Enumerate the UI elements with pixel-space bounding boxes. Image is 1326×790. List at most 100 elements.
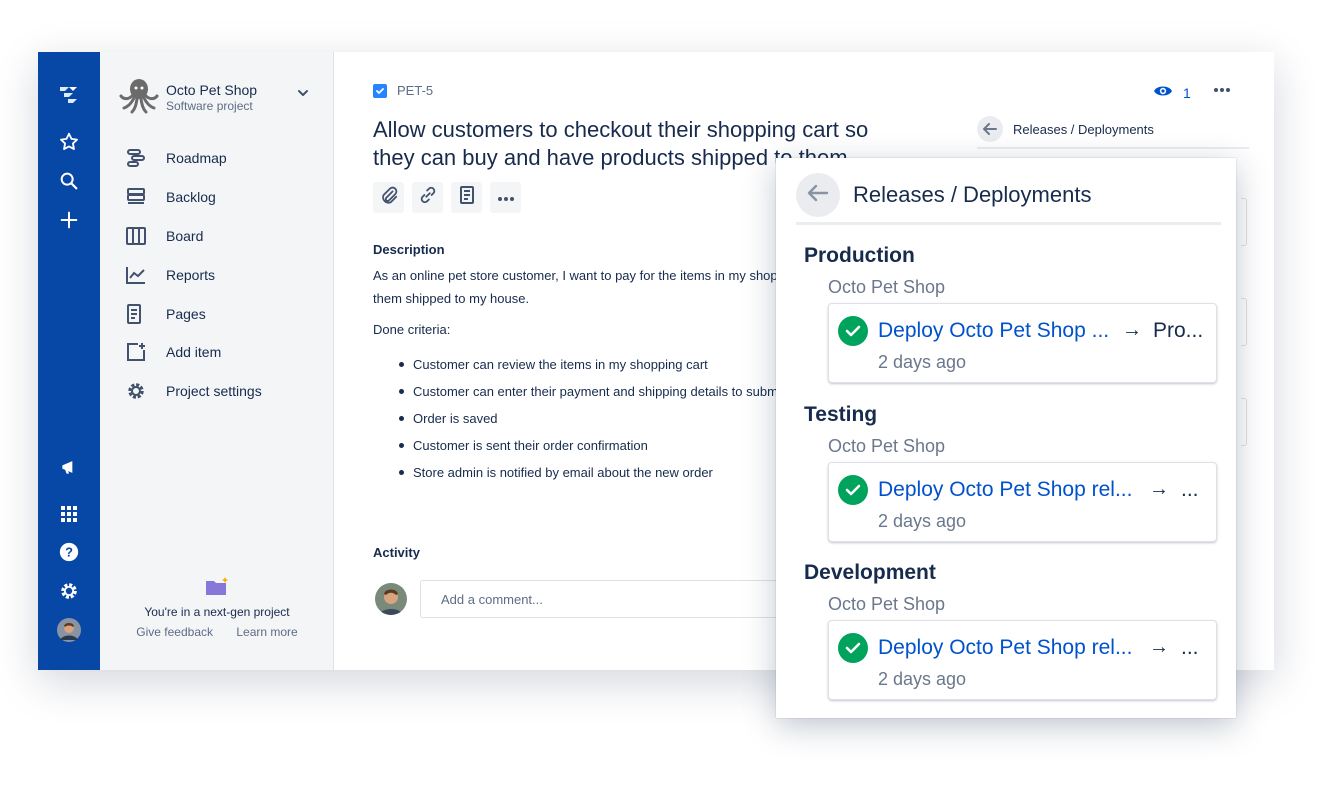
sidebar-item-label: Board	[166, 228, 204, 244]
ellipsis-icon	[497, 189, 515, 207]
popup-title: Releases / Deployments	[853, 182, 1092, 207]
search-icon[interactable]	[57, 169, 81, 193]
link-icon	[419, 186, 437, 209]
global-nav: ?	[38, 52, 100, 670]
next-gen-footer: You're in a next-gen project Give feedba…	[100, 577, 334, 639]
learn-more-link[interactable]: Learn more	[236, 625, 297, 639]
description-heading: Description	[373, 242, 445, 257]
issue-key[interactable]: PET-5	[373, 83, 433, 98]
issue-toolbar	[373, 182, 521, 213]
more-actions-button[interactable]	[490, 182, 521, 213]
success-check-icon	[838, 475, 868, 505]
description-text[interactable]: As an online pet store customer, I want …	[373, 264, 793, 310]
sidebar-item-label: Project settings	[166, 383, 262, 399]
sidebar-item-pages[interactable]: Pages	[126, 300, 316, 328]
app-switcher-icon[interactable]	[57, 502, 81, 526]
sidebar-item-roadmap[interactable]: Roadmap	[126, 144, 316, 172]
paperclip-icon	[380, 186, 398, 209]
sidebar-item-reports[interactable]: Reports	[126, 261, 316, 289]
environment-project: Octo Pet Shop	[828, 436, 946, 456]
issue-key-label: PET-5	[397, 83, 434, 98]
svg-text:?: ?	[65, 545, 73, 560]
pages-icon	[126, 303, 152, 325]
sidebar-item-label: Pages	[166, 306, 206, 322]
project-name: Octo Pet Shop	[166, 82, 258, 98]
sidebar-item-label: Reports	[166, 267, 216, 283]
deployment-target: ...	[1181, 636, 1199, 659]
list-item: Order is saved	[373, 405, 778, 432]
octopus-logo-icon	[118, 76, 160, 116]
deployment-time: 2 days ago	[878, 669, 967, 689]
releases-panel-header: Releases / Deployments	[977, 116, 1247, 142]
sidebar-item-backlog[interactable]: Backlog	[126, 183, 316, 211]
environment-name: Testing	[804, 403, 878, 426]
roadmap-icon	[126, 147, 152, 169]
folder-sparkle-icon	[100, 577, 334, 599]
project-sidebar: Octo Pet Shop Software project Roadmap B…	[100, 52, 334, 670]
environment-name: Production	[804, 244, 915, 267]
deployment-link[interactable]: Deploy Octo Pet Shop ...	[878, 319, 1109, 343]
divider	[977, 147, 1249, 149]
card-edge	[1241, 298, 1247, 346]
sidebar-item-label: Add item	[166, 344, 222, 360]
success-check-icon	[838, 316, 868, 346]
releases-panel-title: Releases / Deployments	[1013, 121, 1154, 137]
card-edge	[1241, 398, 1247, 446]
watcher-count: 1	[1183, 84, 1191, 101]
megaphone-icon[interactable]	[57, 455, 81, 479]
done-criteria-label: Done criteria:	[373, 322, 451, 337]
settings-icon[interactable]	[57, 579, 81, 603]
plus-icon[interactable]	[57, 208, 81, 232]
success-check-icon	[838, 633, 868, 663]
environment-project: Octo Pet Shop	[828, 277, 946, 297]
help-icon[interactable]: ?	[57, 540, 81, 564]
arrow-right-icon: →	[1149, 478, 1169, 500]
list-item: Customer can review the items in my shop…	[373, 351, 778, 378]
link-button[interactable]	[412, 182, 443, 213]
back-arrow-icon[interactable]	[977, 116, 1003, 142]
watch-button[interactable]: 1	[1153, 84, 1191, 101]
deployment-card[interactable]: Deploy Octo Pet Shop rel... → ... 2 days…	[828, 620, 1217, 700]
deployment-target: Pro...	[1153, 319, 1204, 342]
activity-heading: Activity	[373, 545, 420, 560]
chevron-down-icon[interactable]	[296, 86, 310, 100]
deployment-time: 2 days ago	[878, 352, 967, 372]
list-item: Customer can enter their payment and shi…	[373, 378, 778, 405]
project-type: Software project	[166, 99, 253, 113]
environment-project: Octo Pet Shop	[828, 594, 946, 614]
description-line: As an online pet store customer, I want …	[373, 268, 778, 283]
back-arrow-icon	[807, 184, 829, 207]
arrow-right-icon: →	[1122, 319, 1142, 341]
divider	[796, 222, 1221, 225]
sidebar-item-label: Backlog	[166, 189, 216, 205]
star-icon[interactable]	[57, 130, 81, 154]
environment-name: Development	[804, 561, 936, 584]
deployment-time: 2 days ago	[878, 511, 967, 531]
board-icon	[126, 225, 152, 247]
attach-button[interactable]	[373, 182, 404, 213]
deployment-link[interactable]: Deploy Octo Pet Shop rel...	[878, 636, 1132, 660]
jira-logo-icon[interactable]	[57, 83, 81, 107]
arrow-right-icon: →	[1149, 636, 1169, 658]
sidebar-item-project-settings[interactable]: Project settings	[126, 377, 316, 405]
give-feedback-link[interactable]: Give feedback	[136, 625, 213, 639]
page-icon	[459, 186, 474, 209]
page-button[interactable]	[451, 182, 482, 213]
task-checkbox-icon	[373, 83, 387, 98]
user-avatar[interactable]	[57, 618, 81, 642]
sidebar-item-add-item[interactable]: Add item	[126, 338, 316, 366]
deployment-link[interactable]: Deploy Octo Pet Shop rel...	[878, 478, 1132, 502]
deployment-card[interactable]: Deploy Octo Pet Shop rel... → ... 2 days…	[828, 462, 1217, 542]
avatar	[375, 583, 407, 615]
back-button[interactable]	[796, 173, 840, 217]
project-switcher[interactable]: Octo Pet Shop Software project	[118, 74, 318, 118]
reports-icon	[126, 264, 152, 286]
deployment-target: ...	[1181, 478, 1199, 501]
more-icon[interactable]	[1212, 82, 1232, 98]
eye-icon	[1153, 84, 1173, 101]
sidebar-item-label: Roadmap	[166, 150, 227, 166]
description-line: them shipped to my house.	[373, 291, 530, 306]
deployment-card[interactable]: Deploy Octo Pet Shop ... → Pro... 2 days…	[828, 303, 1217, 383]
sidebar-item-board[interactable]: Board	[126, 222, 316, 250]
releases-popup: Releases / Deployments Production Octo P…	[776, 158, 1236, 718]
